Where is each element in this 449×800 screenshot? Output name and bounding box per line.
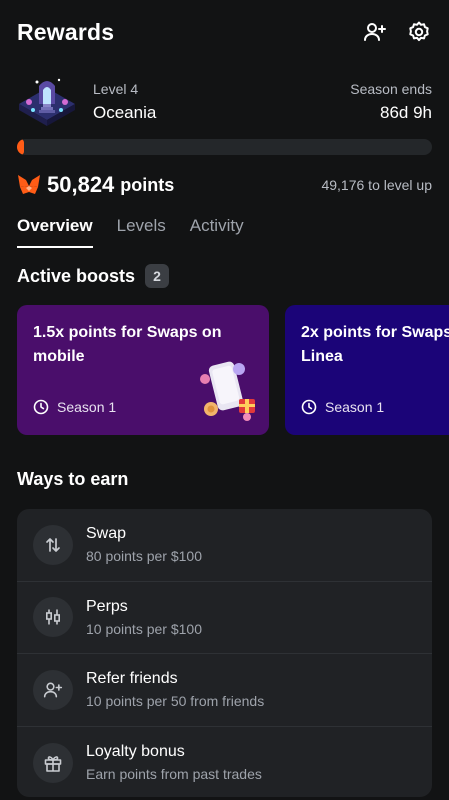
clock-icon: [301, 399, 317, 415]
boost-card-season: Season 1: [301, 399, 384, 415]
tab-levels[interactable]: Levels: [117, 216, 166, 248]
earn-item-loyalty-bonus[interactable]: Loyalty bonus Earn points from past trad…: [17, 727, 432, 798]
boost-card[interactable]: 1.5x points for Swaps on mobile Season 1: [17, 305, 269, 435]
level-progress-fill: [17, 139, 25, 155]
ways-to-earn-header: Ways to earn: [17, 469, 128, 490]
active-boosts-carousel[interactable]: 1.5x points for Swaps on mobile Season 1…: [17, 305, 449, 435]
season-label: Season ends: [350, 81, 432, 97]
level-illustration: [17, 74, 77, 130]
level-label: Level 4: [93, 81, 139, 97]
page-title: Rewards: [17, 18, 115, 45]
earn-item-text: Perps 10 points per $100: [86, 598, 202, 637]
earn-item-title: Swap: [86, 525, 127, 543]
points-to-level-up: 49,176 to level up: [321, 177, 432, 193]
tab-bar: Overview Levels Activity: [17, 216, 244, 248]
earn-item-swap[interactable]: Swap 80 points per $100: [17, 509, 432, 582]
earn-item-text: Swap 80 points per $100: [86, 525, 202, 564]
earn-item-subtitle: 80 points per $100: [86, 548, 202, 565]
earn-item-perps[interactable]: Perps 10 points per $100: [17, 582, 432, 654]
header: Rewards: [17, 14, 432, 50]
boost-card-season-label: Season 1: [325, 399, 385, 415]
level-progress-bar: [17, 139, 432, 155]
active-boosts-count-badge: 2: [145, 264, 170, 288]
boost-card-title: 2x points for Swaps on Linea: [301, 324, 449, 365]
ways-to-earn-list: Swap 80 points per $100 Perps 10 points …: [17, 509, 432, 797]
gear-icon[interactable]: [406, 19, 432, 45]
ways-to-earn-title: Ways to earn: [17, 469, 129, 489]
points-summary: 50,824 points 49,176 to level up: [17, 170, 432, 200]
boost-card-season: Season 1: [33, 399, 116, 415]
mobile-swap-illustration: [200, 361, 255, 421]
active-boosts-title: Active boosts: [17, 265, 136, 286]
clock-icon: [33, 399, 49, 415]
active-boosts-header: Active boosts 2: [17, 264, 170, 288]
earn-item-refer-friends[interactable]: Refer friends 10 points per 50 from frie…: [17, 654, 432, 727]
earn-item-text: Loyalty bonus Earn points from past trad…: [86, 743, 262, 782]
season-info: Season ends 86d 9h: [350, 81, 432, 123]
tab-overview[interactable]: Overview: [17, 216, 93, 248]
candlestick-icon: [33, 597, 73, 638]
earn-item-subtitle: Earn points from past trades: [86, 766, 262, 783]
level-name: Oceania: [93, 103, 157, 122]
boost-card[interactable]: 2x points for Swaps on Linea Season 1: [285, 305, 449, 435]
level-summary: Level 4 Oceania Season ends 86d 9h: [17, 74, 432, 130]
gift-icon: [33, 742, 73, 783]
header-actions: [362, 19, 432, 45]
earn-item-subtitle: 10 points per 50 from friends: [86, 693, 265, 710]
tab-activity[interactable]: Activity: [190, 216, 244, 248]
points-unit: points: [120, 174, 175, 195]
earn-item-subtitle: 10 points per $100: [86, 620, 202, 637]
earn-item-title: Loyalty bonus: [86, 743, 185, 761]
season-countdown: 86d 9h: [380, 103, 432, 122]
add-user-icon[interactable]: [362, 19, 388, 45]
metamask-fox-icon: [18, 175, 40, 194]
earn-item-title: Perps: [86, 597, 128, 615]
add-user-icon: [33, 669, 73, 710]
earn-item-text: Refer friends 10 points per 50 from frie…: [86, 670, 264, 709]
earn-item-title: Refer friends: [86, 670, 178, 688]
boost-card-season-label: Season 1: [57, 399, 117, 415]
level-info: Level 4 Oceania: [93, 81, 350, 123]
swap-arrows-icon: [33, 524, 73, 565]
points-value: 50,824: [47, 172, 115, 197]
